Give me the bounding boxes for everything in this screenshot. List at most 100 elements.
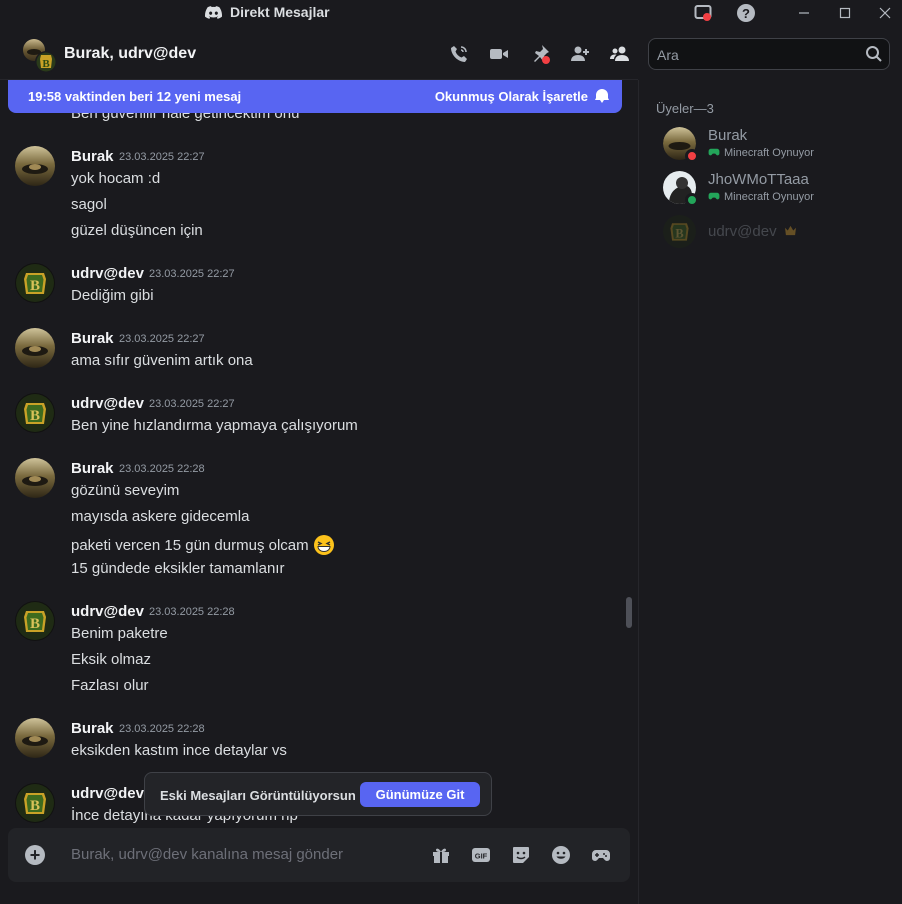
message-text: gözünü seveyim — [71, 482, 180, 499]
svg-text:B: B — [30, 408, 40, 424]
svg-text:B: B — [30, 616, 40, 632]
message-author[interactable]: udrv@dev — [71, 785, 144, 802]
dnd-status-icon — [685, 149, 699, 163]
svg-text:?: ? — [742, 6, 750, 21]
message-timestamp: 23.03.2025 22:27 — [119, 333, 205, 345]
avatar: B — [663, 215, 696, 248]
message-timestamp: 23.03.2025 22:27 — [149, 268, 235, 280]
member-list-icon[interactable] — [609, 43, 631, 65]
message-text: eksikden kastım ince detaylar vs — [71, 742, 287, 759]
message-author[interactable]: Burak — [71, 460, 114, 477]
member-name: JhoWMoTTaaa — [708, 171, 809, 188]
member-name-row: udrv@dev — [708, 223, 797, 240]
search-placeholder: Ara — [657, 47, 679, 63]
channel-title: Burak, udrv@dev — [64, 45, 197, 62]
member-name: udrv@dev — [708, 223, 777, 240]
message-input[interactable]: Burak, udrv@dev kanalına mesaj gönder — [71, 846, 343, 863]
message-text: Fazlası olur — [71, 677, 149, 694]
viewing-older-label: Eski Mesajları Görüntülüyorsun — [160, 788, 356, 803]
activities-gamepad-icon[interactable] — [590, 844, 612, 866]
message-text: güzel düşüncen için — [71, 222, 203, 239]
message-composer[interactable]: + Burak, udrv@dev kanalına mesaj gönder … — [8, 828, 630, 882]
online-status-icon — [685, 193, 699, 207]
avatar[interactable] — [15, 146, 55, 186]
message-timestamp: 23.03.2025 22:28 — [119, 463, 205, 475]
upload-plus-icon[interactable]: + — [25, 845, 45, 865]
svg-text:B: B — [42, 58, 50, 70]
voice-call-icon[interactable] — [448, 43, 470, 65]
message-text: sagol — [71, 196, 107, 213]
mark-as-read-label: Okunmuş Olarak İşaretle — [434, 88, 588, 104]
message-author[interactable]: Burak — [71, 330, 114, 347]
crown-icon — [784, 225, 796, 236]
avatar[interactable]: B — [15, 601, 55, 641]
message-text: Dediğim gibi — [71, 287, 154, 304]
gamepad-icon — [708, 192, 720, 200]
avatar — [663, 171, 699, 207]
member-item[interactable]: JhoWMoTTaaa Minecraft Oynuyor — [663, 171, 893, 211]
member-name: Burak — [708, 127, 748, 144]
avatar[interactable] — [15, 328, 55, 368]
svg-text:B: B — [30, 798, 40, 814]
search-icon — [865, 45, 883, 63]
emoji-icon[interactable] — [550, 844, 572, 866]
group-dm-avatar: B — [22, 38, 57, 73]
gamepad-icon — [708, 148, 720, 156]
member-activity: Minecraft Oynuyor — [708, 147, 814, 159]
close-icon[interactable] — [873, 1, 897, 25]
message-list[interactable]: 19:58 vaktinden beri 12 yeni mesaj Okunm… — [0, 80, 638, 904]
message-timestamp: 23.03.2025 22:28 — [149, 606, 235, 618]
pinned-messages-icon[interactable] — [529, 43, 551, 65]
message-author[interactable]: udrv@dev — [71, 265, 144, 282]
message-text: paketi vercen 15 gün durmuş olcam — [71, 536, 309, 554]
avatar[interactable] — [15, 718, 55, 758]
message-author[interactable]: udrv@dev — [71, 395, 144, 412]
message-timestamp: 23.03.2025 22:28 — [119, 723, 205, 735]
svg-text:GIF: GIF — [475, 852, 488, 861]
message-text: Benim paketre — [71, 625, 168, 642]
new-messages-banner[interactable]: 19:58 vaktinden beri 12 yeni mesaj Okunm… — [8, 80, 622, 113]
message-text: 15 gündede eksikler tamamlanır — [71, 560, 285, 577]
mark-as-read-button[interactable]: Okunmuş Olarak İşaretle — [435, 88, 610, 104]
member-item[interactable]: B udrv@dev — [663, 215, 893, 255]
message-text: Ben yine hızlandırma yapmaya çalışıyorum — [71, 417, 358, 434]
video-call-icon[interactable] — [488, 43, 510, 65]
message-timestamp: 23.03.2025 22:27 — [149, 398, 235, 410]
avatar[interactable]: B — [15, 263, 55, 303]
member-activity-text: Minecraft Oynuyor — [724, 191, 814, 203]
title-bar: Direkt Mesajlar ? — [0, 0, 902, 26]
message-text-row: paketi vercen 15 gün durmuş olcam — [71, 534, 335, 556]
sticker-icon[interactable] — [510, 844, 532, 866]
svg-text:B: B — [30, 278, 40, 294]
avatar[interactable]: B — [15, 393, 55, 433]
new-messages-text: 19:58 vaktinden beri 12 yeni mesaj — [28, 89, 242, 104]
grinning-emoji-icon — [313, 535, 334, 555]
help-icon[interactable]: ? — [734, 1, 758, 25]
message-text: Eksik olmaz — [71, 651, 152, 668]
message-text: ama sıfır güvenim artık ona — [71, 352, 253, 369]
gif-icon[interactable]: GIF — [470, 844, 492, 866]
scrollbar-thumb[interactable] — [626, 597, 632, 628]
message-author[interactable]: Burak — [71, 148, 114, 165]
jump-to-present-button[interactable]: Günümüze Git — [360, 782, 480, 807]
maximize-icon[interactable] — [833, 1, 857, 25]
avatar — [663, 127, 699, 163]
gift-icon[interactable] — [430, 844, 452, 866]
channel-header: B Burak, udrv@dev — [0, 26, 638, 80]
window-title: Direkt Mesajlar — [205, 4, 330, 20]
message-author[interactable]: Burak — [71, 720, 114, 737]
minimize-icon[interactable] — [792, 1, 816, 25]
message-text: yok hocam :d — [71, 170, 161, 187]
avatar[interactable] — [15, 458, 55, 498]
add-friends-icon[interactable] — [569, 43, 591, 65]
avatar[interactable]: B — [15, 783, 55, 823]
svg-text:B: B — [675, 226, 683, 240]
message-timestamp: 23.03.2025 22:27 — [119, 151, 205, 163]
message-author[interactable]: udrv@dev — [71, 603, 144, 620]
member-item[interactable]: Burak Minecraft Oynuyor — [663, 127, 893, 167]
viewing-older-messages-bar: Eski Mesajları Görüntülüyorsun Günümüze … — [144, 772, 492, 816]
inbox-icon[interactable] — [691, 1, 715, 25]
search-input[interactable]: Ara — [648, 38, 890, 70]
message-text: mayısda askere gidecemla — [71, 508, 250, 525]
member-list-panel: Üyeler—3 Burak Minecraft Oynuyor JhoWMoT… — [638, 80, 902, 904]
